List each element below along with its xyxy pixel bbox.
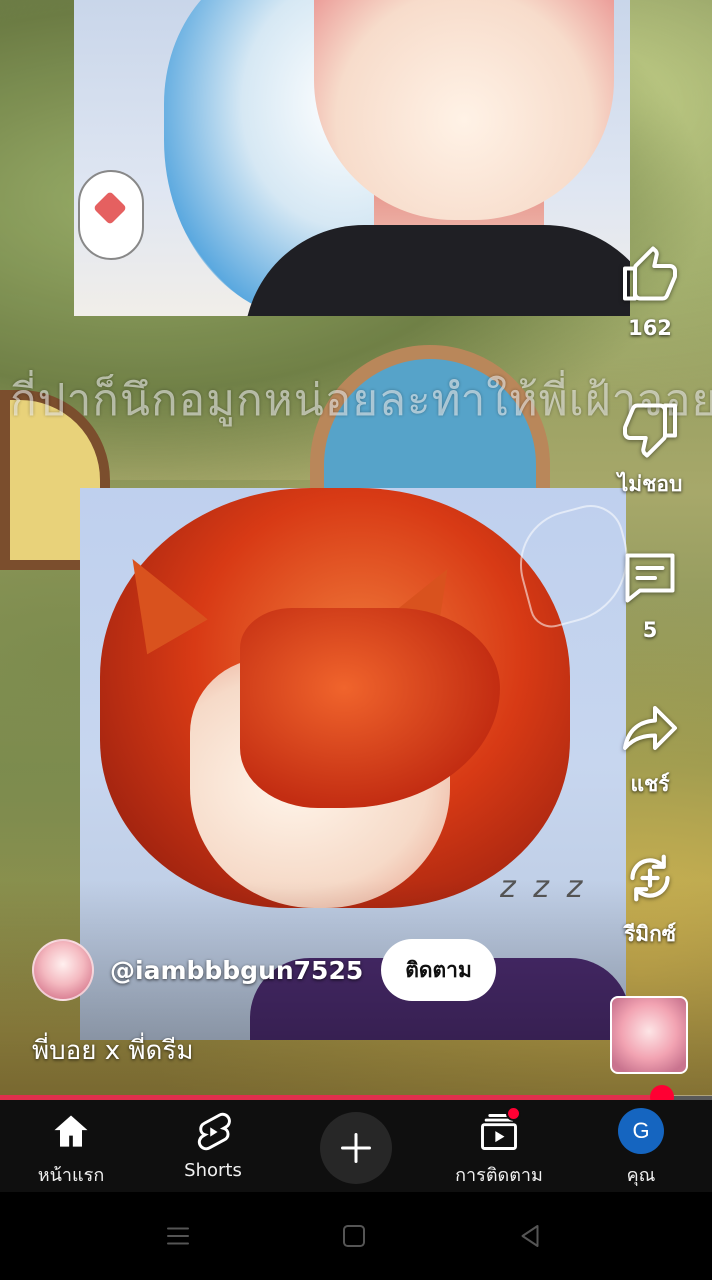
channel-row: @iambbbgun7525 ติดตาม xyxy=(32,938,496,1002)
remix-label: รีมิกซ์ xyxy=(623,922,677,946)
channel-avatar[interactable] xyxy=(32,939,94,1001)
bottom-navigation-bar: หน้าแรก Shorts การติดตาม G คุณ xyxy=(0,1100,712,1192)
nav-you-label: คุณ xyxy=(626,1165,656,1186)
remix-button[interactable]: รีมิกซ์ xyxy=(600,848,700,951)
like-button[interactable]: 162 xyxy=(600,246,700,340)
video-title[interactable]: พี่บอย x พี่ดรีม xyxy=(32,1030,194,1071)
subscribe-button[interactable]: ติดตาม xyxy=(381,939,496,1001)
comment-count: 5 xyxy=(642,618,658,642)
sound-remix-thumbnail[interactable] xyxy=(610,996,688,1074)
system-home-button[interactable] xyxy=(334,1216,374,1256)
heart-speech-bubble xyxy=(78,170,144,260)
like-count: 162 xyxy=(628,316,672,340)
share-label: แชร์ xyxy=(630,772,670,796)
nav-home[interactable]: หน้าแรก xyxy=(6,1100,136,1192)
remix-icon xyxy=(630,854,670,902)
dislike-button[interactable]: ไม่ชอบ xyxy=(600,398,700,501)
shorts-icon xyxy=(197,1112,231,1151)
nav-subscriptions-label: การติดตาม xyxy=(455,1165,543,1186)
comment-icon xyxy=(625,553,675,603)
channel-handle[interactable]: @iambbbgun7525 xyxy=(110,956,363,985)
account-avatar: G xyxy=(618,1108,664,1154)
share-button[interactable]: แชร์ xyxy=(600,698,700,801)
nav-shorts[interactable]: Shorts xyxy=(148,1100,278,1192)
thumbs-up-icon xyxy=(623,246,677,301)
recents-icon xyxy=(167,1227,189,1245)
square-home-icon xyxy=(343,1225,365,1247)
system-back-button[interactable] xyxy=(510,1216,550,1256)
nav-subscriptions[interactable]: การติดตาม xyxy=(434,1100,564,1192)
comments-button[interactable]: 5 xyxy=(600,548,700,642)
nav-you[interactable]: G คุณ xyxy=(576,1100,706,1192)
recents-button[interactable] xyxy=(158,1216,198,1256)
android-system-navigation xyxy=(0,1192,712,1280)
thumbs-down-icon xyxy=(623,403,677,458)
nav-home-label: หน้าแรก xyxy=(37,1165,105,1186)
home-icon xyxy=(54,1115,88,1147)
artwork-panel-top xyxy=(74,0,630,316)
subscriptions-notification-dot xyxy=(506,1106,521,1121)
create-button[interactable] xyxy=(320,1112,392,1184)
nav-shorts-label: Shorts xyxy=(184,1160,242,1181)
plus-icon xyxy=(341,1133,371,1163)
dislike-label: ไม่ชอบ xyxy=(617,472,683,496)
share-icon xyxy=(623,706,677,750)
back-triangle-icon xyxy=(521,1225,539,1247)
